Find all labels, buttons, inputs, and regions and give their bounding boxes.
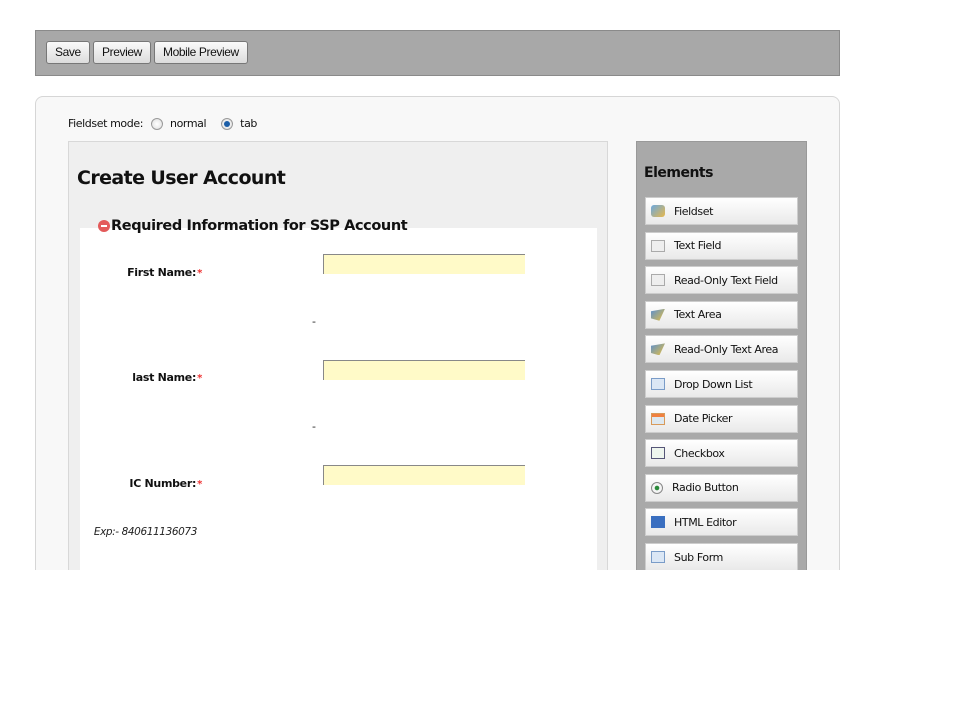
element-label: Date Picker	[674, 412, 733, 426]
html-editor-icon	[651, 516, 665, 529]
mobile-preview-button[interactable]: Mobile Preview	[154, 41, 248, 64]
readonly-text-area-icon	[651, 343, 665, 356]
normal-radio[interactable]	[151, 117, 163, 130]
element-label: Sub Form	[674, 550, 723, 564]
last-name-note: -	[312, 420, 316, 433]
element-label: Text Field	[674, 239, 722, 253]
save-button[interactable]: Save	[46, 41, 90, 64]
element-drop-down-list-button[interactable]: Drop Down List	[645, 370, 798, 398]
collapse-icon[interactable]	[98, 220, 110, 232]
fieldset-mode: Fieldset mode: normal tab	[68, 117, 257, 130]
readonly-text-field-icon	[651, 274, 665, 287]
first-name-input[interactable]	[323, 254, 525, 274]
form-title: Create User Account	[77, 167, 286, 189]
checkbox-icon	[651, 447, 665, 460]
text-field-icon	[651, 239, 665, 252]
ic-number-label: IC Number:*	[129, 477, 202, 490]
element-label: Radio Button	[672, 481, 739, 495]
fieldset-legend: Required Information for SSP Account	[98, 218, 408, 234]
text-area-icon	[651, 308, 665, 321]
element-read-only-text-area-button[interactable]: Read-Only Text Area	[645, 335, 798, 364]
first-name-note: -	[312, 315, 316, 328]
sub-form-icon	[651, 551, 665, 563]
first-name-label: First Name:*	[127, 266, 202, 279]
element-read-only-text-field-button[interactable]: Read-Only Text Field	[645, 266, 798, 295]
element-checkbox-button[interactable]: Checkbox	[645, 439, 798, 468]
fieldset-legend-text: Required Information for SSP Account	[111, 218, 408, 234]
element-fieldset-button[interactable]: Fieldset	[645, 197, 798, 225]
element-sub-form-button[interactable]: Sub Form	[645, 543, 798, 570]
last-name-input[interactable]	[323, 360, 525, 380]
element-label: Read-Only Text Field	[674, 273, 778, 287]
element-label: Drop Down List	[674, 377, 753, 391]
element-text-area-button[interactable]: Text Area	[645, 300, 798, 329]
last-name-label: last Name:*	[132, 371, 202, 384]
element-label: Checkbox	[674, 446, 725, 460]
fieldset	[80, 228, 597, 570]
radio-button-icon	[651, 481, 663, 494]
element-html-editor-button[interactable]: HTML Editor	[645, 508, 798, 537]
tab-radio[interactable]	[221, 117, 234, 130]
normal-radio-label[interactable]: normal	[170, 117, 207, 130]
element-label: Fieldset	[674, 204, 714, 218]
element-text-field-button[interactable]: Text Field	[645, 231, 798, 260]
toolbar: Save Preview Mobile Preview	[35, 30, 840, 76]
element-label: HTML Editor	[674, 515, 737, 529]
element-label: Text Area	[674, 308, 722, 322]
date-picker-icon	[651, 412, 665, 425]
elements-title: Elements	[644, 165, 713, 181]
dropdown-icon	[651, 378, 665, 390]
element-radio-button-button[interactable]: Radio Button	[645, 473, 798, 502]
preview-button[interactable]: Preview	[93, 41, 151, 64]
fieldset-mode-label: Fieldset mode:	[68, 117, 143, 130]
ic-number-hint: Exp:- 840611136073	[93, 526, 198, 538]
element-label: Read-Only Text Area	[674, 342, 779, 356]
fieldset-icon	[651, 205, 665, 217]
ic-number-input[interactable]	[323, 465, 525, 485]
tab-radio-label[interactable]: tab	[240, 117, 257, 130]
element-date-picker-button[interactable]: Date Picker	[645, 404, 798, 433]
